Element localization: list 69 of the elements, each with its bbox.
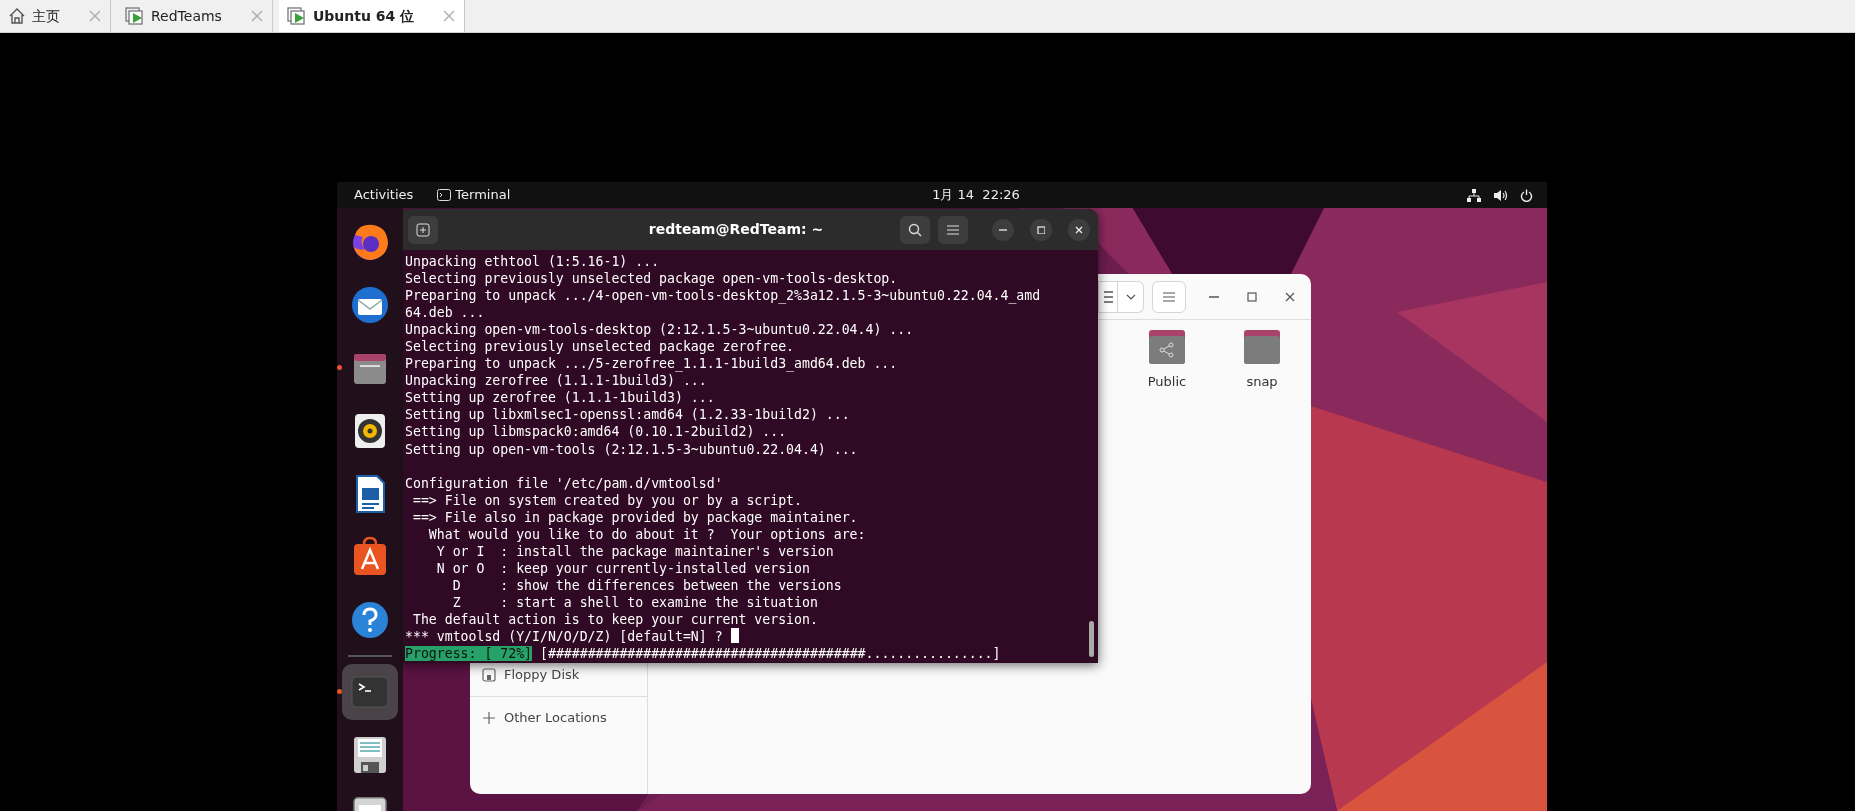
- network-icon[interactable]: [1467, 188, 1481, 202]
- close-icon: [1285, 291, 1295, 302]
- menu-button[interactable]: [938, 215, 968, 244]
- vm-icon: [286, 7, 307, 25]
- terminal-line: ==> File also in package provided by package maintainer.: [411, 508, 859, 526]
- minimize-icon: [999, 228, 1007, 231]
- plus-icon: [482, 711, 496, 725]
- maximize-icon: [1037, 225, 1045, 234]
- terminal-line: Setting up open-vm-tools (2:12.1.5-3~ubuntu0.22.04.4) ...: [405, 440, 859, 458]
- home-icon: [8, 7, 26, 25]
- terminal-line: 64.deb ...: [405, 304, 486, 322]
- window-tab[interactable]: Ubuntu 64 位: [278, 0, 466, 32]
- folder-name: Public: [1147, 373, 1187, 391]
- terminal-line: *** vmtoolsd (Y/I/N/O/D/Z) [default=N] ?: [405, 629, 724, 644]
- mail-icon: [349, 284, 391, 326]
- shared-folder-icon[interactable]: [1147, 328, 1187, 366]
- volume-icon[interactable]: [1493, 188, 1508, 202]
- terminal-line: Selecting previously unselected package zerofree.: [405, 338, 796, 356]
- close-icon: [1075, 225, 1083, 234]
- window-title: redteam@RedTeam: ~: [647, 220, 825, 239]
- maximize-button[interactable]: [1030, 218, 1052, 241]
- list-icon: [1103, 290, 1113, 303]
- new-tab-icon: [416, 222, 430, 237]
- minimize-button[interactable]: [992, 218, 1014, 241]
- app-menu[interactable]: Terminal: [437, 185, 511, 205]
- help-icon: [349, 599, 391, 641]
- search-icon: [908, 222, 922, 237]
- terminal-line: Unpacking zerofree (1.1.1-1build3) ...: [405, 372, 708, 390]
- folder-name: snap: [1246, 373, 1278, 391]
- new-tab-button[interactable]: [408, 215, 438, 244]
- caret-icon: [1125, 293, 1136, 300]
- activities-button[interactable]: Activities: [354, 185, 414, 205]
- terminal-line: Unpacking open-vm-tools-desktop (2:12.1.5-3~ubuntu0.22.04.4) ...: [405, 321, 915, 339]
- menu-icon: [947, 224, 959, 235]
- close-button[interactable]: [1068, 218, 1090, 241]
- menu-icon: [1163, 291, 1175, 302]
- terminal-line: Selecting previously unselected package open-vm-tools-desktop.: [405, 270, 899, 288]
- terminal-line: Y or I : install the package maintainer's version: [435, 542, 835, 560]
- terminal-line: Z : start a shell to examine the situation: [451, 593, 819, 611]
- terminal-icon: [437, 189, 452, 201]
- tab-label: Ubuntu 64 位: [312, 6, 415, 26]
- terminal-line: Configuration file '/etc/pam.d/vmtoolsd': [405, 474, 724, 492]
- progress-bar-text: [########################################................]: [540, 646, 1001, 662]
- scrollbar[interactable]: [1089, 621, 1094, 658]
- terminal-line: The default action is to keep your current version.: [411, 610, 819, 628]
- terminal-line: Setting up zerofree (1.1.1-1build3) ...: [405, 389, 716, 407]
- sidebar-item[interactable]: Other Locations: [470, 709, 647, 727]
- progress-label: Progress: [ 72%]: [405, 646, 533, 662]
- view-button[interactable]: [1098, 280, 1118, 313]
- search-button[interactable]: [900, 215, 930, 244]
- power-icon[interactable]: [1520, 188, 1533, 202]
- terminal-line: Setting up libxmlsec1-openssl:amd64 (1.2.33-1build2) ...: [405, 406, 851, 424]
- minimize-icon: [1209, 295, 1219, 298]
- maximize-icon: [1247, 291, 1257, 302]
- clock[interactable]: 1月 14 22:26: [932, 185, 1020, 205]
- terminal-line: D : show the differences between the versions: [451, 576, 843, 594]
- tab-label: RedTeams: [151, 6, 222, 26]
- terminal-line: What would you like to do about it ? Your options are:: [427, 525, 867, 543]
- tab-label: 主页: [32, 6, 60, 26]
- vm-icon: [125, 7, 145, 25]
- terminal-line: Preparing to unpack .../4-open-vm-tools-desktop_2%3a12.1.5-3~ubuntu0.22.04.4_amd: [405, 287, 1042, 305]
- sidebar-item[interactable]: Floppy Disk: [470, 666, 647, 684]
- terminal-line: N or O : keep your currently-installed version: [435, 559, 811, 577]
- terminal-line: ==> File on system created by you or by a script.: [411, 491, 803, 509]
- terminal-line: Setting up libmspack0:amd64 (0.10.1-2build2) ...: [405, 423, 788, 441]
- drive-icon: [482, 668, 496, 682]
- terminal-line: Unpacking ethtool (1:5.16-1) ...: [405, 253, 661, 271]
- terminal-line: Preparing to unpack .../5-zerofree_1.1.1-1build3_amd64.deb ...: [405, 355, 899, 373]
- folder-icon[interactable]: [1242, 328, 1282, 366]
